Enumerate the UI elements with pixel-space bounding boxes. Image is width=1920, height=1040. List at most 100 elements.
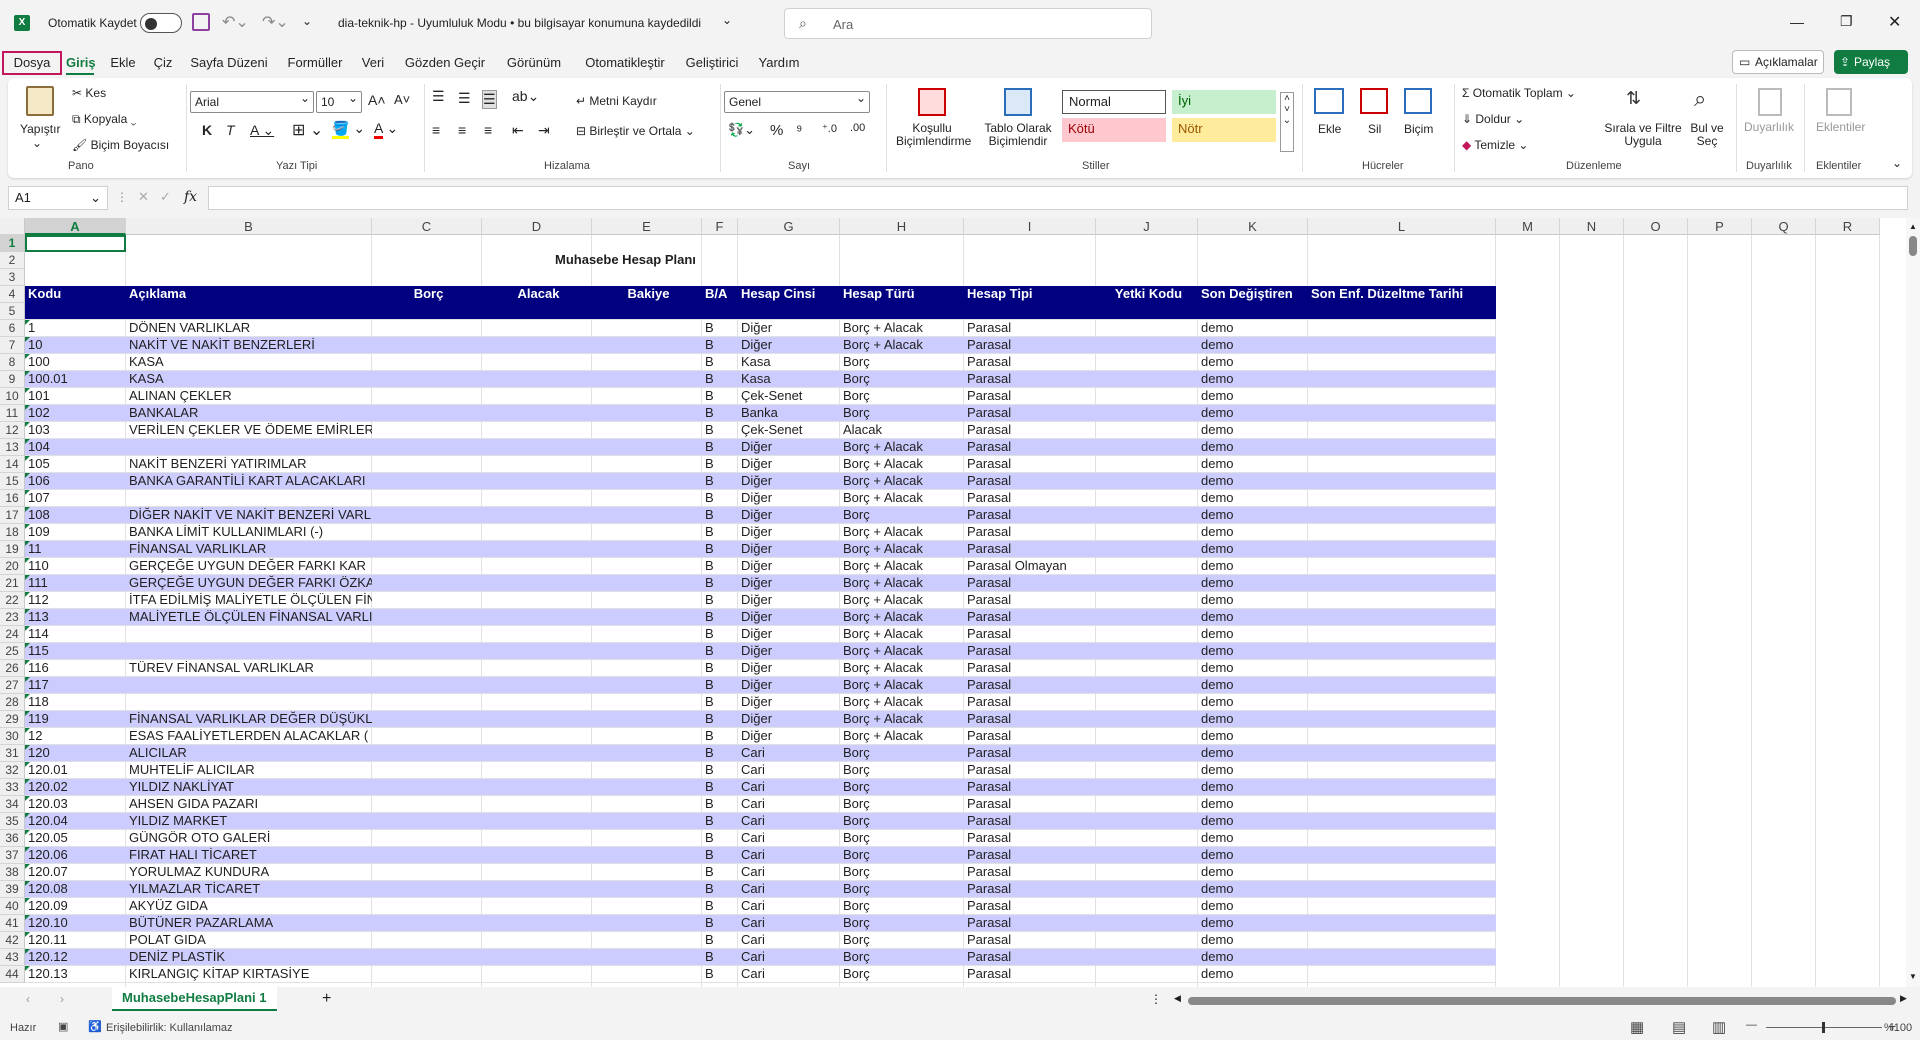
- table-cell[interactable]: Kasa: [738, 354, 840, 371]
- table-row[interactable]: 105 NAKİT BENZERİ YATIRIMLAR B Diğer Borç + …: [25, 456, 1496, 473]
- paste-button[interactable]: Yapıştır: [20, 122, 60, 136]
- table-cell[interactable]: 120.13: [25, 966, 126, 983]
- table-cell[interactable]: FİNANSAL VARLIKLAR DEĞER DÜŞÜKL: [126, 711, 372, 728]
- table-cell[interactable]: Parasal: [964, 320, 1096, 337]
- hscroll-left-icon[interactable]: ◀: [1174, 993, 1181, 1004]
- table-cell[interactable]: Parasal: [964, 949, 1096, 966]
- column-header-a[interactable]: A: [25, 218, 126, 235]
- table-cell[interactable]: B: [702, 847, 738, 864]
- table-cell[interactable]: [126, 643, 372, 660]
- row-header[interactable]: 41: [0, 915, 25, 932]
- row-header[interactable]: 34: [0, 796, 25, 813]
- table-cell[interactable]: FIRAT HALI TİCARET: [126, 847, 372, 864]
- scroll-thumb[interactable]: [1909, 236, 1917, 256]
- table-cell[interactable]: B: [702, 779, 738, 796]
- table-cell[interactable]: 120: [25, 745, 126, 762]
- table-cell[interactable]: [126, 490, 372, 507]
- table-cell[interactable]: [126, 626, 372, 643]
- collapse-ribbon-icon[interactable]: ⌄: [1892, 156, 1902, 170]
- table-cell[interactable]: demo: [1198, 864, 1308, 881]
- macro-record-icon[interactable]: ▣: [58, 1020, 68, 1033]
- table-cell[interactable]: Banka: [738, 405, 840, 422]
- sensitivity-icon[interactable]: [1758, 88, 1782, 116]
- table-row[interactable]: 110 GERÇEĞE UYGUN DEĞER FARKI KAR B Diğer Bo…: [25, 558, 1496, 575]
- table-cell[interactable]: B: [702, 337, 738, 354]
- row-header[interactable]: 16: [0, 490, 25, 507]
- table-row[interactable]: 108 DİĞER NAKİT VE NAKİT BENZERİ VARLI B Di…: [25, 507, 1496, 524]
- table-cell[interactable]: Borç: [840, 966, 964, 983]
- table-cell[interactable]: DÖNEN VARLIKLAR: [126, 320, 372, 337]
- accessibility-status[interactable]: Erişilebilirlik: Kullanılamaz: [106, 1022, 233, 1034]
- addins-icon[interactable]: [1826, 88, 1852, 116]
- table-cell[interactable]: B: [702, 881, 738, 898]
- table-cell[interactable]: İTFA EDİLMİŞ MALİYETLE ÖLÇÜLEN FİN: [126, 592, 372, 609]
- table-row[interactable]: 104 B Diğer Borç + Alacak Parasal demo: [25, 439, 1496, 456]
- table-cell[interactable]: Çek-Senet: [738, 422, 840, 439]
- column-header-b[interactable]: B: [126, 218, 372, 235]
- table-cell[interactable]: Diğer: [738, 490, 840, 507]
- percent-icon[interactable]: %: [770, 122, 783, 139]
- sort-filter-icon[interactable]: ⇅: [1626, 88, 1641, 109]
- table-cell[interactable]: 120.10: [25, 915, 126, 932]
- format-painter-button[interactable]: 🖌 Biçim Boyacısı: [72, 138, 169, 152]
- increase-decimal-icon[interactable]: ⁺.0: [822, 122, 837, 135]
- select-all-corner[interactable]: [0, 218, 25, 235]
- italic-icon[interactable]: T: [226, 122, 235, 138]
- table-cell[interactable]: B: [702, 592, 738, 609]
- insert-cells-button[interactable]: Ekle: [1318, 122, 1341, 136]
- table-row[interactable]: 114 B Diğer Borç + Alacak Parasal demo: [25, 626, 1496, 643]
- table-cell[interactable]: B: [702, 745, 738, 762]
- table-cell[interactable]: B: [702, 915, 738, 932]
- table-cell[interactable]: POLAT GIDA: [126, 932, 372, 949]
- table-cell[interactable]: YILDIZ MARKET: [126, 813, 372, 830]
- table-cell[interactable]: Diğer: [738, 575, 840, 592]
- table-cell[interactable]: Parasal: [964, 456, 1096, 473]
- table-cell[interactable]: KIRLANGIÇ KİTAP KIRTASİYE: [126, 966, 372, 983]
- table-cell[interactable]: Parasal: [964, 490, 1096, 507]
- table-row[interactable]: 120.04 YILDIZ MARKET B Cari Borç Parasal demo: [25, 813, 1496, 830]
- table-cell[interactable]: demo: [1198, 796, 1308, 813]
- table-cell[interactable]: demo: [1198, 439, 1308, 456]
- table-cell[interactable]: ESAS FAALİYETLERDEN ALACAKLAR (: [126, 728, 372, 745]
- table-cell[interactable]: Parasal: [964, 898, 1096, 915]
- name-box[interactable]: A1 ⌄: [8, 186, 108, 210]
- table-cell[interactable]: Parasal: [964, 966, 1096, 983]
- table-cell[interactable]: demo: [1198, 966, 1308, 983]
- table-cell[interactable]: demo: [1198, 405, 1308, 422]
- comma-style-icon[interactable]: ⁹: [796, 122, 802, 139]
- enter-icon[interactable]: ✓: [160, 189, 171, 205]
- table-cell[interactable]: 120.08: [25, 881, 126, 898]
- table-cell[interactable]: Parasal: [964, 575, 1096, 592]
- table-cell[interactable]: Cari: [738, 762, 840, 779]
- column-header-c[interactable]: C: [372, 218, 482, 235]
- row-header[interactable]: 33: [0, 779, 25, 796]
- column-header-e[interactable]: E: [592, 218, 702, 235]
- table-cell[interactable]: 12: [25, 728, 126, 745]
- table-cell[interactable]: GERÇEĞE UYGUN DEĞER FARKI ÖZKA: [126, 575, 372, 592]
- table-cell[interactable]: Diğer: [738, 592, 840, 609]
- table-cell[interactable]: demo: [1198, 337, 1308, 354]
- table-cell[interactable]: Borç: [840, 762, 964, 779]
- table-cell[interactable]: Borç: [840, 932, 964, 949]
- table-cell[interactable]: Parasal: [964, 524, 1096, 541]
- table-cell[interactable]: Borç: [840, 796, 964, 813]
- align-center-icon[interactable]: ≡: [458, 122, 466, 138]
- table-row[interactable]: 120.01 MUHTELİF ALICILAR B Cari Borç Parasal d…: [25, 762, 1496, 779]
- table-cell[interactable]: NAKİT BENZERİ YATIRIMLAR: [126, 456, 372, 473]
- column-header-f[interactable]: F: [702, 218, 738, 235]
- table-cell[interactable]: B: [702, 575, 738, 592]
- table-cell[interactable]: AKYÜZ GIDA: [126, 898, 372, 915]
- table-cell[interactable]: Kasa: [738, 371, 840, 388]
- column-header-l[interactable]: L: [1308, 218, 1496, 235]
- row-header[interactable]: 10: [0, 388, 25, 405]
- table-cell[interactable]: Diğer: [738, 609, 840, 626]
- table-cell[interactable]: Cari: [738, 966, 840, 983]
- table-cell[interactable]: demo: [1198, 898, 1308, 915]
- more-icon[interactable]: ⋮: [116, 190, 128, 204]
- table-cell[interactable]: Parasal: [964, 694, 1096, 711]
- table-cell[interactable]: Diğer: [738, 473, 840, 490]
- table-cell[interactable]: 100.01: [25, 371, 126, 388]
- table-cell[interactable]: B: [702, 320, 738, 337]
- table-cell[interactable]: Parasal Olmayan: [964, 558, 1096, 575]
- table-cell[interactable]: B: [702, 388, 738, 405]
